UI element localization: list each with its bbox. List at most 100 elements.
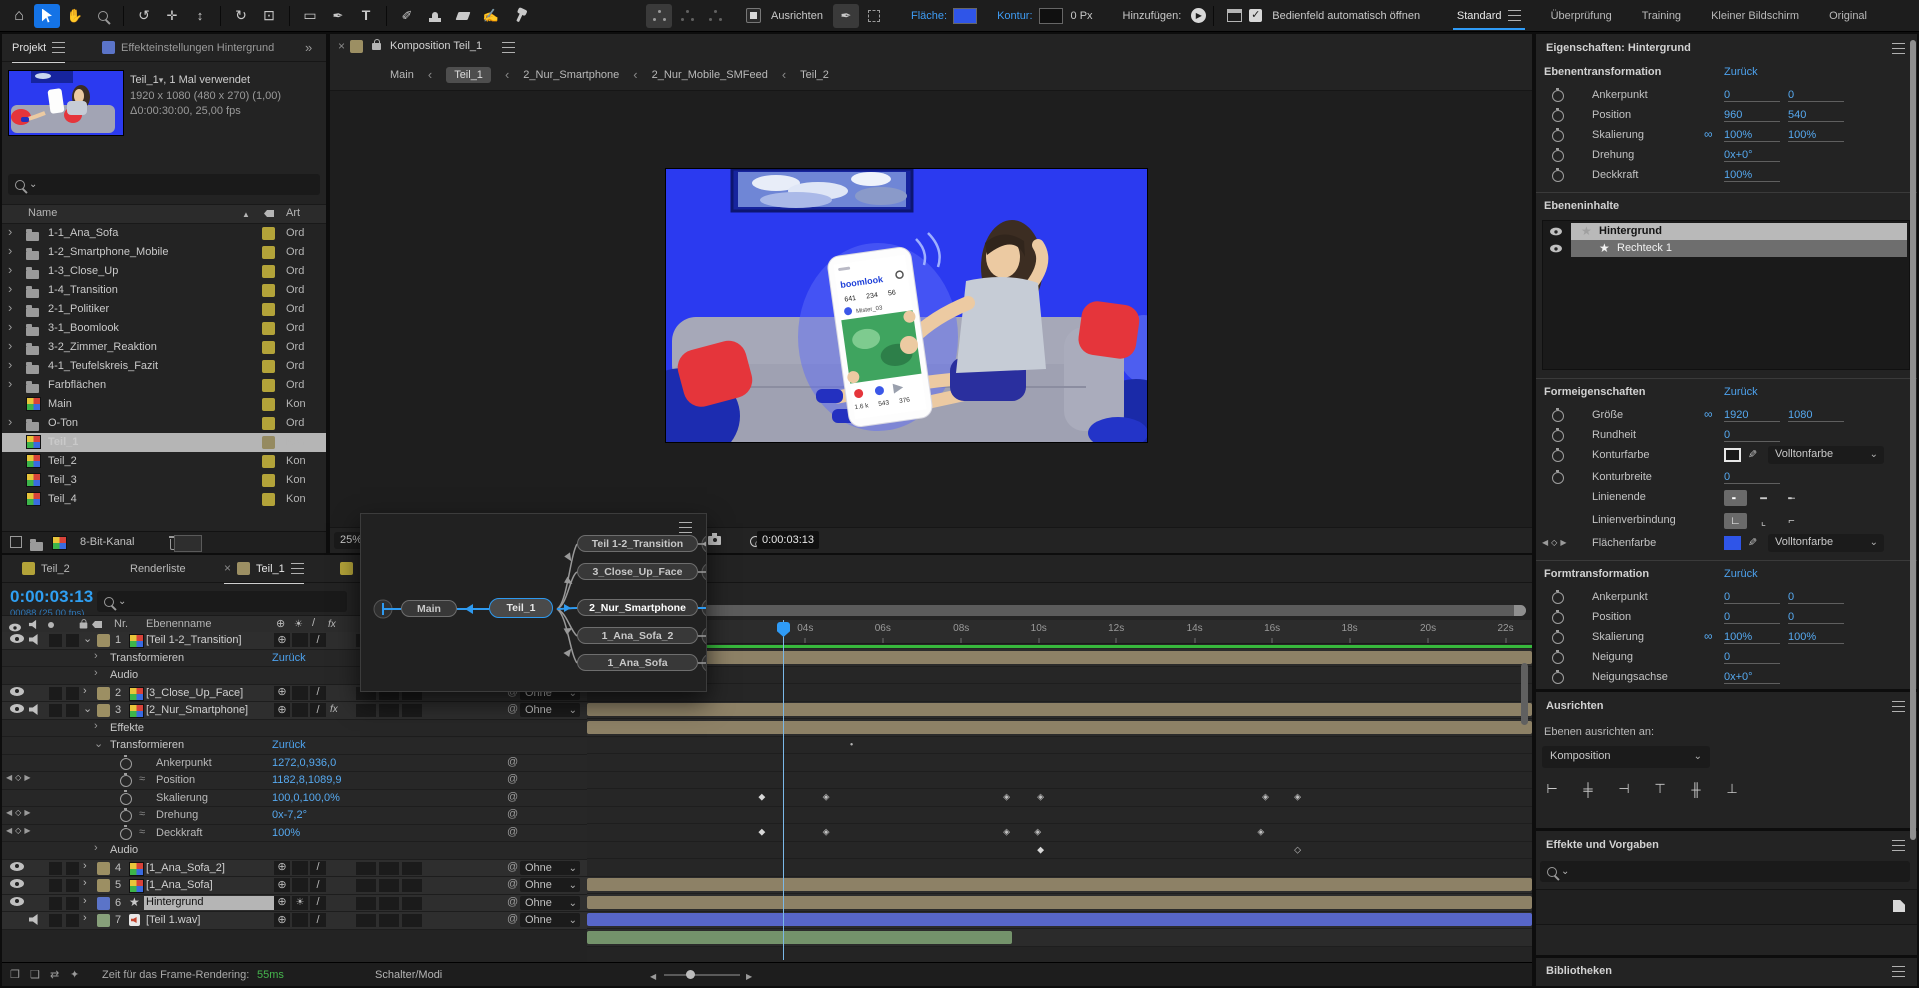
graph-row[interactable] — [587, 807, 1532, 825]
collapse-switch-cell[interactable] — [292, 703, 308, 717]
stroke-color-swatch[interactable] — [1724, 448, 1741, 462]
graph-row[interactable] — [587, 824, 1532, 842]
layer-name[interactable]: [1_Ana_Sofa] — [146, 879, 213, 891]
tab-komposition-teil-1[interactable]: Komposition Teil_1 — [390, 40, 482, 52]
visibility-icon[interactable] — [1550, 245, 1562, 253]
mode-cell[interactable] — [356, 897, 376, 910]
toggle-inout-icon[interactable]: ⇄ — [50, 968, 59, 981]
align-target-dropdown[interactable]: Komposition — [1542, 746, 1710, 768]
layer-row-7[interactable]: ›7[Teil 1.wav]Ohne — [2, 912, 587, 930]
line-join-miter-button[interactable]: ∟ — [1724, 513, 1747, 529]
keyframe-icon[interactable] — [823, 828, 830, 837]
new-folder-icon[interactable] — [30, 542, 43, 551]
mode-cell[interactable] — [379, 862, 399, 875]
parent-pickwhip-icon[interactable] — [507, 879, 518, 890]
breadcrumb-teil-1[interactable]: Teil_1 — [446, 67, 491, 83]
stopwatch-icon[interactable] — [1552, 410, 1564, 422]
auto-open-checkbox[interactable] — [1249, 9, 1262, 22]
align-menu-icon[interactable] — [1892, 701, 1905, 712]
label-color-chip[interactable] — [262, 436, 275, 449]
lock-cell[interactable] — [66, 687, 79, 700]
pickwhip-icon[interactable] — [507, 757, 518, 768]
mode-cell[interactable] — [402, 879, 422, 892]
property-value[interactable]: 1272,0,936,0 — [272, 757, 336, 769]
expander-icon[interactable]: › — [94, 720, 98, 732]
expander-icon[interactable] — [8, 339, 12, 353]
keyframe-toggle-icon[interactable] — [15, 827, 21, 835]
label-color-chip[interactable] — [97, 914, 110, 927]
expander-icon[interactable] — [8, 225, 12, 239]
expander-icon[interactable]: › — [83, 860, 87, 872]
effects-menu-icon[interactable] — [1892, 840, 1905, 851]
label-color-chip[interactable] — [262, 227, 275, 240]
prev-keyframe-icon[interactable] — [6, 774, 12, 782]
property-name[interactable]: Drehung — [156, 809, 198, 821]
reset-link[interactable]: Zurück — [272, 652, 306, 664]
column-nr[interactable]: Nr. — [114, 618, 128, 630]
mask-pen-toggle[interactable] — [833, 4, 859, 28]
content-row-hintergrund[interactable]: Hintergrund — [1543, 223, 1909, 240]
layer-row-5[interactable]: ›5[1_Ana_Sofa]Ohne — [2, 877, 587, 895]
layer-name[interactable]: Hintergrund — [144, 896, 274, 910]
clone-stamp-tool[interactable] — [422, 4, 448, 28]
stopwatch-icon[interactable] — [1552, 430, 1564, 442]
layer-duration-bar[interactable] — [587, 703, 1532, 716]
timeline-navigator[interactable] — [591, 605, 1526, 616]
quality-switch-cell[interactable] — [310, 686, 326, 700]
project-item-3-1_boomlook[interactable]: 3-1_BoomlookOrd — [2, 319, 326, 338]
reset-link[interactable]: Zurück — [1724, 66, 1758, 78]
prev-keyframe-icon[interactable] — [1542, 539, 1548, 547]
stopwatch-icon[interactable] — [1552, 632, 1564, 644]
property-row-drehung[interactable]: Drehung0x-7,2° — [2, 807, 587, 825]
eye-icon[interactable] — [10, 704, 24, 713]
property-value[interactable]: 1182,8,1089,9 — [272, 774, 342, 786]
stopwatch-icon[interactable] — [1552, 170, 1564, 182]
camera-roi-tool[interactable] — [256, 4, 282, 28]
panel-menu-icon[interactable] — [52, 42, 65, 53]
animation-presets-icon[interactable] — [1893, 900, 1905, 912]
link-icon[interactable] — [1704, 408, 1713, 421]
stopwatch-icon[interactable] — [120, 828, 132, 840]
expander-icon[interactable] — [8, 244, 12, 258]
expander-icon[interactable] — [8, 358, 12, 372]
quality-switch-cell[interactable] — [310, 861, 326, 875]
project-item-4-1_teufelskreis_fazit[interactable]: 4-1_Teufelskreis_FazitOrd — [2, 357, 326, 376]
pickwhip-icon[interactable] — [507, 792, 518, 803]
visibility-icon[interactable] — [1550, 228, 1562, 236]
roto-brush-tool[interactable] — [478, 4, 504, 28]
column-ebenenname[interactable]: Ebenenname — [146, 618, 211, 630]
graph-row[interactable] — [587, 702, 1532, 720]
eyedropper-icon[interactable] — [1748, 448, 1757, 461]
parent-dropdown[interactable]: Ohne — [520, 913, 580, 927]
label-color-chip[interactable] — [262, 379, 275, 392]
pickwhip-icon[interactable] — [507, 774, 518, 785]
pickwhip-icon[interactable] — [507, 809, 518, 820]
graph-row[interactable] — [587, 754, 1532, 772]
align-center-vertical-button[interactable]: ╫ — [1684, 780, 1708, 798]
project-item-o-ton[interactable]: O-TonOrd — [2, 414, 326, 433]
expander-icon[interactable]: › — [94, 667, 98, 679]
eraser-tool[interactable] — [450, 4, 476, 28]
eye-icon[interactable] — [10, 634, 24, 643]
lock-icon[interactable] — [372, 43, 381, 50]
layer-duration-bar[interactable] — [587, 651, 1532, 664]
mode-cell[interactable] — [402, 862, 422, 875]
brush-tool[interactable] — [394, 4, 420, 28]
fill-color-swatch[interactable] — [1724, 536, 1741, 550]
libraries-menu-icon[interactable] — [1892, 966, 1905, 977]
parent-dropdown[interactable]: Ohne — [520, 896, 580, 910]
shy-switch-cell[interactable] — [274, 686, 290, 700]
expander-icon[interactable]: ⌄ — [83, 632, 92, 645]
next-keyframe-icon[interactable] — [24, 827, 30, 835]
parent-pickwhip-icon[interactable] — [507, 897, 518, 908]
solo-cell[interactable] — [49, 862, 62, 875]
stopwatch-icon[interactable] — [120, 775, 132, 787]
breadcrumb-2-nur-mobile-smfeed[interactable]: 2_Nur_Mobile_SMFeed — [652, 69, 768, 81]
mode-cell[interactable] — [379, 897, 399, 910]
speaker-icon[interactable] — [29, 914, 40, 925]
expander-icon[interactable] — [8, 301, 12, 315]
solo-cell[interactable] — [49, 897, 62, 910]
stopwatch-icon[interactable] — [1552, 672, 1564, 684]
collapse-switch-cell[interactable] — [292, 686, 308, 700]
graph-row[interactable] — [587, 649, 1532, 667]
